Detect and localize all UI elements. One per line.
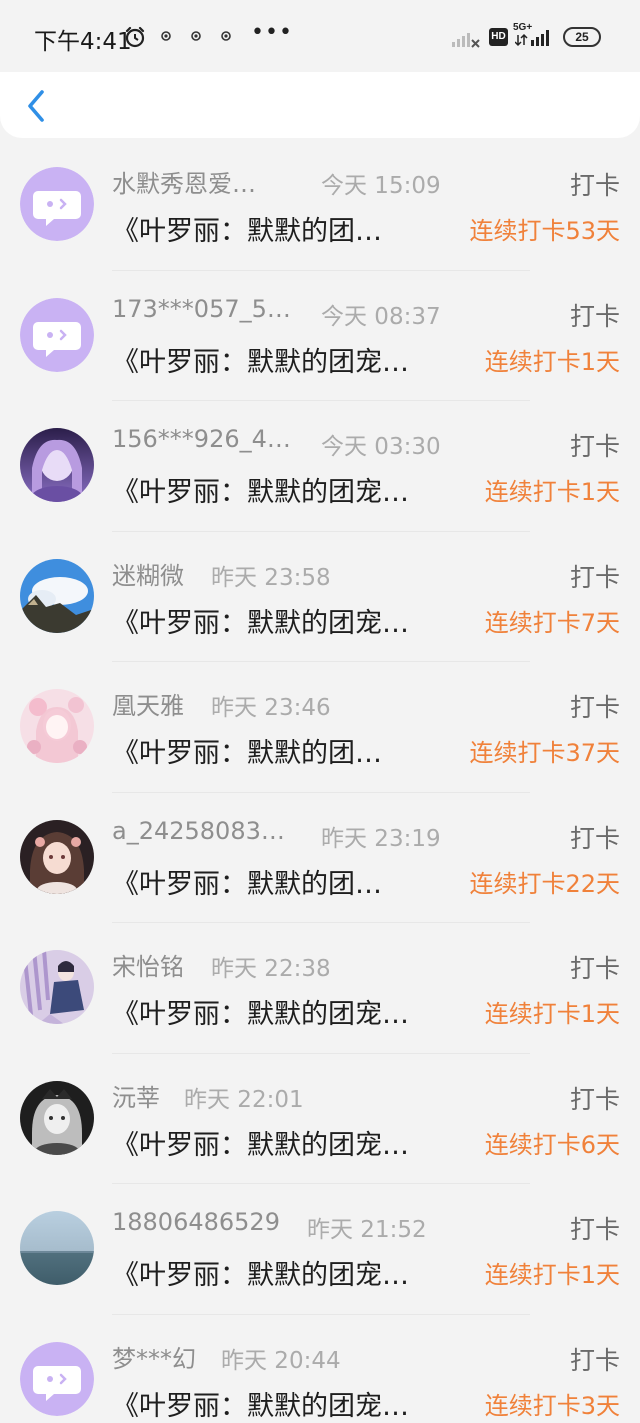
user-photo	[20, 689, 94, 763]
book-title: 《叶罗丽：默默的团宠…	[112, 477, 409, 508]
username: 水默秀恩爱…	[112, 170, 256, 198]
record-time: 今天 03:30	[321, 434, 441, 460]
avatar[interactable]	[20, 950, 94, 1024]
record-type: 打卡	[569, 301, 620, 331]
username: 梦***幻	[112, 1344, 196, 1373]
avatar[interactable]	[20, 428, 94, 502]
user-photo	[20, 950, 94, 1024]
book-title: 《叶罗丽：默默的团宠…	[112, 1129, 409, 1161]
record-time: 昨天 22:38	[211, 956, 331, 982]
list-item[interactable]: 18806486529 昨天 21:52 打卡 《叶罗丽：默默的团宠… 连续打卡…	[0, 1184, 640, 1315]
avatar[interactable]	[20, 1341, 94, 1416]
user-photo	[20, 1080, 94, 1155]
wifi-off-icon	[452, 33, 480, 48]
record-type: 打卡	[569, 954, 620, 983]
streak-count: 连续打卡53天	[469, 217, 620, 245]
record-time: 昨天 23:19	[321, 825, 441, 852]
record-time: 昨天 21:52	[307, 1217, 427, 1243]
user-photo	[20, 819, 94, 894]
username: 156***926_4…	[112, 425, 291, 453]
streak-count: 连续打卡22天	[469, 869, 620, 898]
streak-count: 连续打卡1天	[484, 1261, 620, 1289]
streak-count: 连续打卡37天	[469, 739, 620, 767]
avatar[interactable]	[20, 297, 94, 372]
battery-indicator: 25	[563, 27, 601, 47]
record-type: 打卡	[569, 1215, 620, 1244]
list-item[interactable]: a_24258083… 昨天 23:19 打卡 《叶罗丽：默默的团… 连续打卡2…	[0, 793, 640, 923]
book-title: 《叶罗丽：默默的团宠…	[112, 607, 409, 639]
username: 173***057_5…	[112, 294, 291, 323]
book-title: 《叶罗丽：默默的团宠…	[112, 1260, 409, 1291]
streak-count: 连续打卡1天	[484, 347, 620, 376]
username: 沅莘	[112, 1083, 160, 1112]
app-notification-icon	[221, 31, 231, 41]
list-item[interactable]: 水默秀恩爱… 今天 15:09 打卡 《叶罗丽：默默的团… 连续打卡53天	[0, 140, 640, 271]
book-title: 《叶罗丽：默默的团…	[112, 738, 382, 769]
book-title: 《叶罗丽：默默的团…	[112, 868, 382, 900]
streak-count: 连续打卡1天	[484, 478, 620, 506]
default-avatar-icon	[20, 297, 94, 372]
app-notification-icon	[191, 31, 201, 41]
record-type: 打卡	[569, 432, 620, 461]
status-time: 下午4:41	[34, 29, 132, 55]
record-time: 今天 08:37	[321, 303, 441, 330]
back-button[interactable]	[22, 86, 52, 126]
default-avatar-icon	[20, 167, 94, 241]
username: 凰天雅	[112, 692, 184, 720]
user-photo	[20, 428, 94, 502]
book-title: 《叶罗丽：默默的团宠…	[112, 1390, 409, 1422]
record-time: 昨天 23:46	[211, 695, 331, 721]
record-time: 昨天 20:44	[221, 1347, 341, 1374]
avatar[interactable]	[20, 558, 94, 633]
user-photo	[20, 558, 94, 633]
record-type: 打卡	[569, 1345, 620, 1375]
record-type: 打卡	[569, 171, 620, 200]
list-item[interactable]: 迷糊微 昨天 23:58 打卡 《叶罗丽：默默的团宠… 连续打卡7天	[0, 532, 640, 662]
header-bar	[0, 72, 640, 138]
more-notifications-icon: •••	[251, 20, 293, 45]
username: 18806486529	[112, 1208, 280, 1236]
checkin-list: 水默秀恩爱… 今天 15:09 打卡 《叶罗丽：默默的团… 连续打卡53天 17…	[0, 140, 640, 1423]
hd-icon: HD	[489, 28, 508, 46]
list-item[interactable]: 173***057_5… 今天 08:37 打卡 《叶罗丽：默默的团宠… 连续打…	[0, 271, 640, 401]
book-title: 《叶罗丽：默默的团宠…	[112, 999, 409, 1030]
app-notification-icon	[161, 31, 171, 41]
book-title: 《叶罗丽：默默的团宠…	[112, 346, 409, 378]
streak-count: 连续打卡6天	[484, 1130, 620, 1159]
avatar[interactable]	[20, 689, 94, 763]
book-title: 《叶罗丽：默默的团…	[112, 216, 382, 247]
avatar[interactable]	[20, 1080, 94, 1155]
streak-count: 连续打卡3天	[484, 1391, 620, 1420]
record-type: 打卡	[569, 693, 620, 722]
username: a_24258083…	[112, 816, 285, 845]
signal-strength-icon	[515, 30, 549, 47]
list-item[interactable]: 沅莘 昨天 22:01 打卡 《叶罗丽：默默的团宠… 连续打卡6天	[0, 1054, 640, 1184]
avatar[interactable]	[20, 167, 94, 241]
alarm-clock-icon	[125, 26, 145, 48]
list-item[interactable]: 156***926_4… 今天 03:30 打卡 《叶罗丽：默默的团宠… 连续打…	[0, 401, 640, 532]
record-time: 今天 15:09	[321, 173, 441, 199]
username: 宋怡铭	[112, 953, 184, 981]
list-item[interactable]: 凰天雅 昨天 23:46 打卡 《叶罗丽：默默的团… 连续打卡37天	[0, 662, 640, 793]
avatar[interactable]	[20, 819, 94, 894]
avatar[interactable]	[20, 1211, 94, 1285]
streak-count: 连续打卡7天	[484, 608, 620, 637]
record-type: 打卡	[569, 562, 620, 592]
user-photo	[20, 1211, 94, 1285]
default-avatar-icon	[20, 1341, 94, 1416]
status-bar: 下午4:41 ••• HD 5G+ 25	[0, 0, 640, 72]
record-type: 打卡	[569, 1084, 620, 1114]
username: 迷糊微	[112, 561, 184, 590]
record-time: 昨天 23:58	[211, 564, 331, 591]
list-item[interactable]: 宋怡铭 昨天 22:38 打卡 《叶罗丽：默默的团宠… 连续打卡1天	[0, 923, 640, 1054]
list-item[interactable]: 梦***幻 昨天 20:44 打卡 《叶罗丽：默默的团宠… 连续打卡3天	[0, 1315, 640, 1423]
streak-count: 连续打卡1天	[484, 1000, 620, 1028]
record-time: 昨天 22:01	[184, 1086, 304, 1113]
record-type: 打卡	[569, 823, 620, 853]
